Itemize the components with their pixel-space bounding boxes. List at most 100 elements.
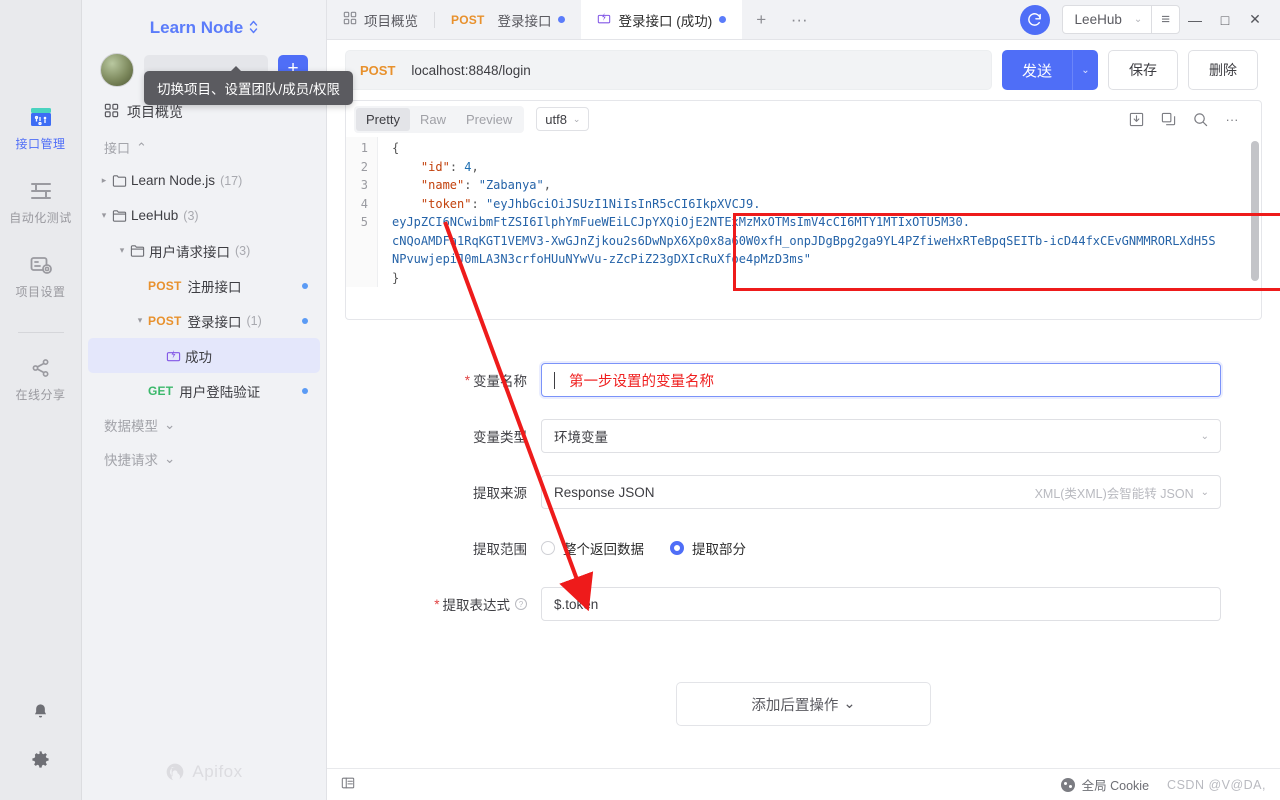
encoding-selector[interactable]: utf8 ⌄ <box>536 107 590 131</box>
tree-item-status-dot <box>302 387 308 394</box>
user-selector[interactable]: LeeHub ⌄ ≡ <box>1061 5 1180 34</box>
chevron-down-icon: ⌄ <box>1200 486 1209 498</box>
form-row-extract-scope: 提取范围 整个返回数据 提取部分 <box>346 531 1261 565</box>
add-operation-label: 添加后置操作 <box>751 697 839 714</box>
minimize-button[interactable]: — <box>1180 5 1210 35</box>
tab-more-button[interactable]: ··· <box>780 0 818 39</box>
tree-item-2[interactable]: ▾ LeeHub (3) <box>88 198 320 233</box>
tree-item-3[interactable]: ▾ 用户请求接口 (3) <box>88 233 320 268</box>
tab-2[interactable]: POST 登录接口 <box>435 0 581 39</box>
project-switcher[interactable]: Learn Node <box>82 0 326 44</box>
sidebar-group-quick-request[interactable]: 快捷请求 ⌄ <box>82 442 326 476</box>
sync-icon[interactable] <box>1019 4 1050 35</box>
extract-scope-radio-group: 整个返回数据 提取部分 <box>541 531 1221 565</box>
case-icon <box>166 348 185 363</box>
send-dropdown-caret[interactable]: ⌄ <box>1072 50 1098 90</box>
url-input[interactable]: POST localhost:8848/login <box>345 50 992 90</box>
line-number: 3 <box>360 178 368 192</box>
code-token: NPvuwjepiJ0mLA3N3crfoHUuNYwVu-zZcPiZ23gD… <box>392 252 812 266</box>
chevron-down-icon[interactable]: ▾ <box>96 210 112 221</box>
copy-icon[interactable] <box>1155 106 1181 132</box>
response-view-tab-pretty[interactable]: Pretty <box>356 107 410 131</box>
tree-item-1[interactable]: ▸ Learn Node.js (17) <box>88 163 320 198</box>
group-label: 数据模型 <box>104 419 158 434</box>
extract-expression-input[interactable]: $.token <box>541 587 1221 621</box>
global-cookie-button[interactable]: 全局 Cookie <box>1060 775 1149 794</box>
required-marker: * <box>464 372 470 388</box>
response-json-text[interactable]: { "id": 4, "name": "Zabanya", "token": "… <box>378 137 1261 287</box>
code-token: cNQoAMDFa1RqKGT1VEMV3-XwGJnZjkou2s6DwNpX… <box>392 233 1216 248</box>
gear-icon[interactable] <box>31 750 50 772</box>
radio-option-1[interactable]: 整个返回数据 <box>541 538 644 558</box>
code-line: { <box>392 139 1251 158</box>
download-icon[interactable] <box>1123 106 1149 132</box>
code-line: "token": "eyJhbGciOiJSUzI1NiIsInR5cCI6Ik… <box>392 195 1251 214</box>
more-icon[interactable]: ··· <box>1219 106 1245 132</box>
layout-panel-icon[interactable] <box>341 776 355 793</box>
extract-source-select[interactable]: Response JSON XML(类XML)会智能转 JSON ⌄ <box>541 475 1221 509</box>
rail-item-online-share[interactable]: 在线分享 <box>0 355 82 403</box>
save-button[interactable]: 保存 <box>1108 50 1178 90</box>
chevron-right-icon[interactable]: ▸ <box>96 175 112 186</box>
chevron-down-icon[interactable]: ▾ <box>114 245 130 256</box>
sidebar-section-interface[interactable]: 接口 ⌃ <box>82 128 326 163</box>
tree-item-method: POST <box>148 313 182 328</box>
grid-icon <box>343 11 357 28</box>
folder-icon <box>112 173 131 188</box>
rail-item-automated-test[interactable]: 自动化测试 <box>0 178 82 226</box>
line-number-gutter: 1 2 3 4 5 <box>346 137 378 287</box>
post-processor-form: * 变量名称 第一步设置的变量名称 变量类型 环境变量 ⌄ 提取来源 Response JSO… <box>345 344 1262 666</box>
tab-unsaved-dot <box>558 16 566 23</box>
required-marker: * <box>434 596 440 612</box>
help-icon[interactable]: ? <box>515 598 527 610</box>
avatar[interactable] <box>100 53 134 87</box>
radio-unchecked-icon <box>541 541 555 555</box>
send-button[interactable]: 发送 <box>1001 50 1072 90</box>
add-post-operation-button[interactable]: 添加后置操作 ⌄ <box>676 682 931 726</box>
new-tab-button[interactable]: + <box>742 0 780 39</box>
variable-name-input[interactable]: 第一步设置的变量名称 <box>541 363 1221 397</box>
response-view-tab-preview[interactable]: Preview <box>456 108 522 131</box>
tab-1[interactable]: 项目概览 <box>327 0 434 39</box>
case-icon <box>597 11 611 28</box>
form-label-variable-name: * 变量名称 <box>346 370 541 390</box>
tree-item-5[interactable]: ▾ POST 登录接口 (1) <box>88 303 320 338</box>
label-text: 提取范围 <box>473 542 527 557</box>
variable-type-value: 环境变量 <box>554 430 608 445</box>
form-label-extract-source: 提取来源 <box>346 482 541 502</box>
code-line: cNQoAMDFa1RqKGT1VEMV3-XwGJnZjkou2s6DwNpX… <box>392 232 1251 251</box>
response-view-tab-raw[interactable]: Raw <box>410 108 456 131</box>
form-row-variable-name: * 变量名称 第一步设置的变量名称 <box>346 363 1261 397</box>
tree-item-4[interactable]: POST 注册接口 <box>88 268 320 303</box>
rail-item-api-management[interactable]: 接口管理 <box>0 104 82 152</box>
send-group: 发送 ⌄ <box>1001 50 1098 90</box>
folder-open-icon <box>130 243 149 258</box>
sidebar-group-data-model[interactable]: 数据模型 ⌄ <box>82 408 326 442</box>
close-button[interactable]: ✕ <box>1240 5 1270 35</box>
code-token: "id" <box>420 159 450 174</box>
tree-item-6[interactable]: 成功 <box>88 338 320 373</box>
rail-label: 接口管理 <box>15 137 66 151</box>
maximize-button[interactable]: □ <box>1210 5 1240 35</box>
code-line: "name": "Zabanya", <box>392 176 1251 195</box>
label-text: 提取来源 <box>473 486 527 501</box>
tab-3[interactable]: 登录接口 (成功) <box>581 0 743 39</box>
code-token: : <box>449 159 465 174</box>
tab-unsaved-dot <box>719 16 727 23</box>
code-token: "eyJhbGciOiJSUzI1NiIsInR5cCI6IkpXVCJ9. <box>485 196 761 211</box>
sidebar-section-label: 接口 <box>104 141 131 156</box>
variable-type-select[interactable]: 环境变量 ⌄ <box>541 419 1221 453</box>
window-controls: LeeHub ⌄ ≡ — □ ✕ <box>1019 0 1280 39</box>
response-scrollbar[interactable] <box>1251 141 1259 281</box>
chevron-down-icon[interactable]: ▾ <box>132 315 148 326</box>
search-icon[interactable] <box>1187 106 1213 132</box>
delete-button[interactable]: 删除 <box>1188 50 1258 90</box>
tree-item-label: 成功 <box>185 349 212 365</box>
rail-item-project-settings[interactable]: 项目设置 <box>0 252 82 300</box>
hamburger-icon[interactable]: ≡ <box>1151 6 1179 33</box>
radio-option-2[interactable]: 提取部分 <box>670 538 746 558</box>
tree-item-7[interactable]: GET 用户登陆验证 <box>88 373 320 408</box>
bell-icon[interactable] <box>31 702 50 724</box>
response-view-tabs: Pretty Raw Preview <box>354 105 525 133</box>
